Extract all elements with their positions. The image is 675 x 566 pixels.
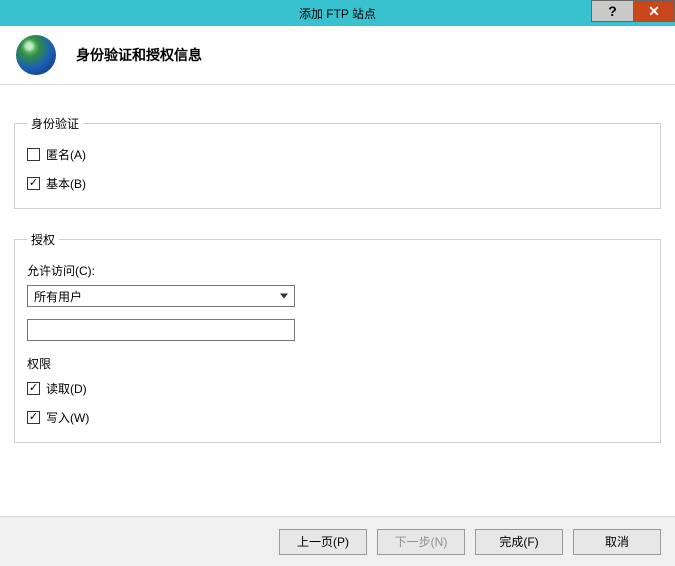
page-title: 身份验证和授权信息 bbox=[76, 45, 202, 65]
close-button[interactable]: ✕ bbox=[633, 0, 675, 22]
cancel-button[interactable]: 取消 bbox=[573, 529, 661, 555]
cancel-label: 取消 bbox=[605, 533, 629, 550]
previous-label: 上一页(P) bbox=[297, 533, 349, 550]
help-icon: ? bbox=[608, 3, 617, 19]
allow-access-select[interactable]: 所有用户 bbox=[27, 285, 295, 307]
write-label: 写入(W) bbox=[46, 409, 89, 426]
wizard-footer: 上一页(P) 下一步(N) 完成(F) 取消 bbox=[0, 516, 675, 566]
authorization-group: 授权 允许访问(C): 所有用户 权限 读取(D) 写入(W) bbox=[14, 231, 661, 443]
window-title: 添加 FTP 站点 bbox=[0, 5, 675, 22]
specific-users-input[interactable] bbox=[27, 319, 295, 341]
write-checkbox[interactable] bbox=[27, 411, 40, 424]
next-label: 下一步(N) bbox=[395, 533, 448, 550]
wizard-body: 身份验证 匿名(A) 基本(B) 授权 允许访问(C): 所有用户 权限 读取(… bbox=[0, 85, 675, 515]
read-label: 读取(D) bbox=[46, 380, 87, 397]
title-bar: 添加 FTP 站点 ? ✕ bbox=[0, 0, 675, 26]
window-buttons: ? ✕ bbox=[591, 0, 675, 22]
previous-button[interactable]: 上一页(P) bbox=[279, 529, 367, 555]
next-button: 下一步(N) bbox=[377, 529, 465, 555]
anonymous-row: 匿名(A) bbox=[27, 146, 648, 163]
chevron-down-icon bbox=[280, 294, 288, 299]
basic-checkbox[interactable] bbox=[27, 177, 40, 190]
allow-access-label: 允许访问(C): bbox=[27, 262, 648, 279]
read-checkbox[interactable] bbox=[27, 382, 40, 395]
allow-access-value: 所有用户 bbox=[34, 288, 82, 305]
authentication-legend: 身份验证 bbox=[27, 115, 83, 132]
anonymous-checkbox[interactable] bbox=[27, 148, 40, 161]
write-row: 写入(W) bbox=[27, 409, 648, 426]
anonymous-label: 匿名(A) bbox=[46, 146, 86, 163]
help-button[interactable]: ? bbox=[591, 0, 633, 22]
basic-label: 基本(B) bbox=[46, 175, 86, 192]
finish-label: 完成(F) bbox=[499, 533, 538, 550]
basic-row: 基本(B) bbox=[27, 175, 648, 192]
read-row: 读取(D) bbox=[27, 380, 648, 397]
authorization-legend: 授权 bbox=[27, 231, 59, 248]
finish-button[interactable]: 完成(F) bbox=[475, 529, 563, 555]
close-icon: ✕ bbox=[648, 3, 660, 20]
authentication-group: 身份验证 匿名(A) 基本(B) bbox=[14, 115, 661, 209]
permissions-heading: 权限 bbox=[27, 355, 648, 372]
globe-icon bbox=[16, 35, 56, 75]
wizard-header: 身份验证和授权信息 bbox=[0, 26, 675, 85]
